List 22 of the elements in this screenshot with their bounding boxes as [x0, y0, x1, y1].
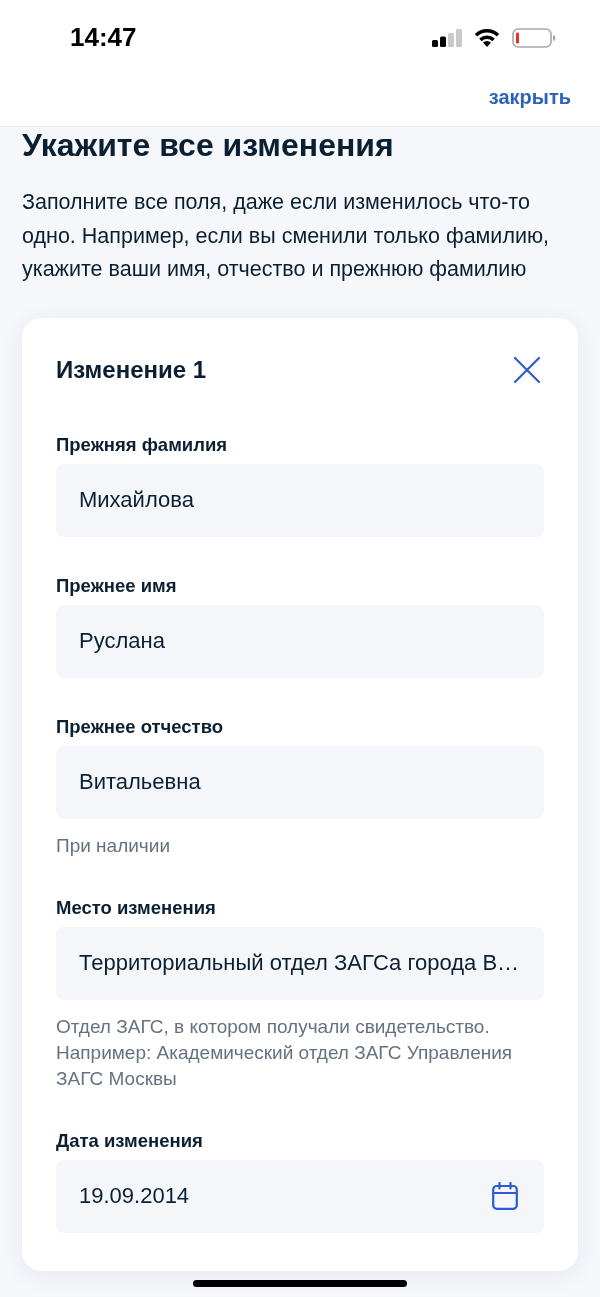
close-icon[interactable] [514, 356, 540, 383]
calendar-icon[interactable] [492, 1182, 518, 1210]
field-label: Дата изменения [56, 1129, 204, 1152]
field-hint: При наличии [56, 833, 171, 858]
date-field[interactable]: 19.09.2014 [56, 1159, 544, 1233]
field-label: Место изменения [56, 896, 217, 919]
close-link[interactable]: закрыть [488, 86, 571, 109]
field-label: Прежнее имя [56, 574, 178, 597]
input-field[interactable]: Михайлова [56, 463, 544, 537]
status-time: 14:47 [70, 22, 137, 53]
wifi-icon [474, 28, 500, 47]
field-label: Прежнее отчество [56, 715, 225, 738]
field-hint: Отдел ЗАГС, в котором получали свидетельство. Например: Академический отдел ЗАГС Управления ЗАГС Москвы [56, 1014, 514, 1091]
description-text: Заполните все поля, даже если изменилось что-то одно. Например, если вы сменили только фамилию, укажите ваши имя, отчество и прежнюю фамилию [22, 189, 551, 283]
input-field[interactable]: Руслана [56, 604, 544, 678]
battery-icon [512, 27, 556, 48]
input-field[interactable]: Витальевна [56, 745, 544, 819]
page-heading: Укажите все изменения [22, 127, 395, 163]
card-title: Изменение 1 [56, 354, 207, 385]
field-label: Прежняя фамилия [56, 433, 229, 456]
signal-icon [432, 28, 462, 47]
input-field[interactable]: Территориальный отдел ЗАГСа города В… [56, 926, 544, 1000]
